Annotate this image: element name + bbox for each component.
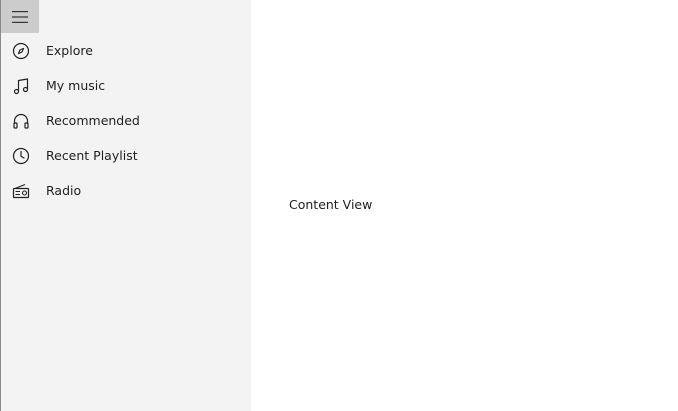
- nav-item-recommended[interactable]: Recommended: [1, 103, 251, 138]
- content-view-label: Content View: [289, 197, 373, 212]
- nav-item-recent-playlist[interactable]: Recent Playlist: [1, 138, 251, 173]
- app-window: Explore My music Recommended Recent Play…: [0, 0, 678, 411]
- nav-item-label: Explore: [46, 43, 93, 58]
- nav-item-explore[interactable]: Explore: [1, 33, 251, 68]
- radio-icon: [12, 182, 30, 200]
- content-area: Content View: [251, 0, 678, 411]
- nav-item-label: Recent Playlist: [46, 148, 138, 163]
- music-note-icon: [12, 77, 30, 95]
- hamburger-menu-button[interactable]: [1, 0, 39, 33]
- nav-item-my-music[interactable]: My music: [1, 68, 251, 103]
- nav-item-label: Recommended: [46, 113, 140, 128]
- nav-item-radio[interactable]: Radio: [1, 173, 251, 208]
- compass-icon: [12, 42, 30, 60]
- navigation-pane: Explore My music Recommended Recent Play…: [1, 0, 251, 411]
- nav-item-label: Radio: [46, 183, 82, 198]
- hamburger-menu-icon: [12, 10, 28, 23]
- clock-icon: [12, 147, 30, 165]
- nav-item-label: My music: [46, 78, 106, 93]
- headphones-icon: [12, 112, 30, 130]
